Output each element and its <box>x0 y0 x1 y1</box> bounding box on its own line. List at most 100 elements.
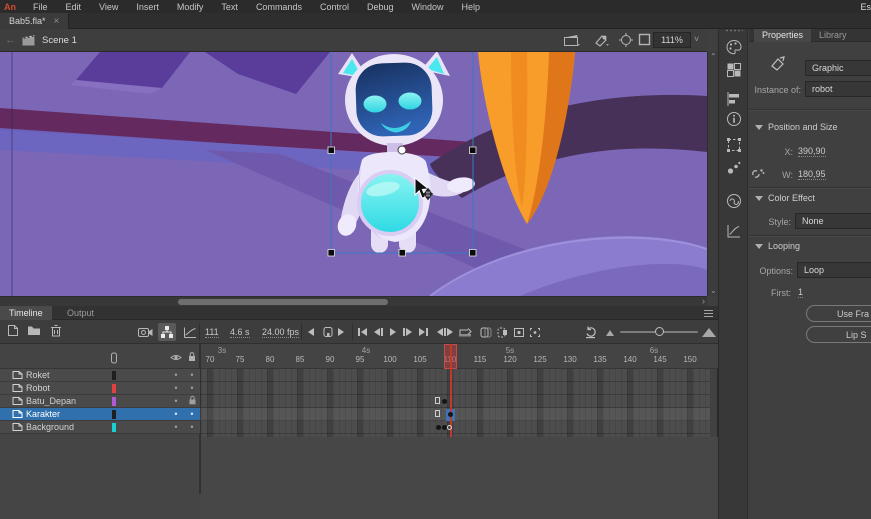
layer-row-karakter[interactable]: Karakter•• <box>0 408 200 421</box>
tab-output[interactable]: Output <box>58 306 103 320</box>
menu-item-modify[interactable]: Modify <box>168 2 213 12</box>
timeline-zoom-in-icon[interactable] <box>702 328 716 337</box>
menu-item-debug[interactable]: Debug <box>358 2 403 12</box>
edit-scene-icon[interactable] <box>564 33 581 48</box>
scroll-right-icon[interactable]: › <box>702 296 705 306</box>
layer-row-robot[interactable]: Robot•• <box>0 382 200 395</box>
keyframe-span-end[interactable] <box>435 397 440 404</box>
modify-markers-icon[interactable] <box>529 327 541 338</box>
play-icon[interactable] <box>390 328 396 336</box>
keyframe-span-end[interactable] <box>435 410 440 417</box>
layer-outline-color-swatch[interactable] <box>112 397 116 406</box>
layer-parenting-toggle[interactable] <box>158 323 176 341</box>
edit-multiple-frames-icon[interactable] <box>513 327 525 338</box>
camera-icon[interactable] <box>138 327 153 338</box>
tab-library[interactable]: Library <box>811 27 855 42</box>
use-frame-picker-button[interactable]: Use Fra <box>806 305 871 322</box>
menu-item-window[interactable]: Window <box>403 2 453 12</box>
go-first-frame-icon[interactable] <box>358 328 367 336</box>
first-frame-value[interactable]: 1 <box>798 287 803 298</box>
x-value[interactable]: 390,90 <box>798 146 826 157</box>
layer-outline-color-swatch[interactable] <box>112 371 116 380</box>
horizontal-scrollbar-thumb[interactable] <box>178 299 388 305</box>
layer-lock-dot[interactable]: • <box>187 409 197 419</box>
layer-visibility-dot[interactable]: • <box>171 383 181 393</box>
layer-visibility-dot[interactable]: • <box>171 370 181 380</box>
onion-skin-icon[interactable] <box>480 327 492 338</box>
info-icon[interactable] <box>726 111 742 127</box>
frame-ruler[interactable]: 3s4s5s6s70758085909510010511011512012513… <box>0 344 718 369</box>
clip-content-icon[interactable] <box>638 33 651 46</box>
timeline-zoom-slider[interactable] <box>620 331 698 333</box>
cc-libraries-icon[interactable] <box>726 193 742 209</box>
menu-item-control[interactable]: Control <box>311 2 358 12</box>
selected-keyframe-dot[interactable] <box>448 412 453 417</box>
tab-timeline[interactable]: Timeline <box>0 306 52 320</box>
swatches-icon[interactable] <box>726 62 742 78</box>
menu-item-file[interactable]: File <box>24 2 57 12</box>
workspace-switcher[interactable]: Es <box>860 2 871 12</box>
brush-settings-icon[interactable] <box>726 160 742 176</box>
reset-timeline-zoom-icon[interactable] <box>585 326 598 339</box>
color-effect-section-header[interactable]: Color Effect <box>755 193 815 203</box>
zoom-chevron-down-icon[interactable]: ˅ <box>694 34 699 44</box>
close-icon[interactable]: × <box>54 17 60 26</box>
style-select[interactable]: None <box>795 213 871 229</box>
loop-range-icon[interactable] <box>322 326 334 338</box>
layer-depth-icon[interactable] <box>183 326 197 339</box>
onion-skin-outline-icon[interactable] <box>497 327 509 338</box>
layer-row-batu_depan[interactable]: Batu_Depan• <box>0 395 200 408</box>
transform-point[interactable] <box>398 146 406 154</box>
menu-item-view[interactable]: View <box>90 2 127 12</box>
symbol-type-select[interactable]: Graphic <box>805 60 871 76</box>
elapsed-time-value[interactable]: 4.6 s <box>230 327 250 338</box>
lip-syncing-button[interactable]: Lip S <box>806 326 871 343</box>
scroll-down-icon[interactable]: ⌄ <box>710 286 717 295</box>
w-value[interactable]: 180,95 <box>798 169 826 180</box>
layer-lock-dot[interactable]: • <box>187 383 197 393</box>
panel-menu-icon[interactable] <box>704 310 713 317</box>
keyframe-dot[interactable] <box>442 425 447 430</box>
layer-lock-dot[interactable]: • <box>187 370 197 380</box>
layer-visibility-dot[interactable]: • <box>171 409 181 419</box>
layer-visibility-dot[interactable]: • <box>171 422 181 432</box>
center-playhead-icon[interactable] <box>437 328 453 336</box>
layer-row-roket[interactable]: Roket•• <box>0 369 200 382</box>
loop-playback-icon[interactable] <box>458 326 472 338</box>
frame-rate-value[interactable]: 24.00 fps <box>262 327 299 338</box>
timeline-zoom-slider-knob[interactable] <box>655 327 664 336</box>
menu-item-commands[interactable]: Commands <box>247 2 311 12</box>
looping-section-header[interactable]: Looping <box>755 241 800 251</box>
loop-options-select[interactable]: Loop <box>797 262 871 278</box>
edit-symbol-icon[interactable] <box>594 33 611 48</box>
keyframe-dot[interactable] <box>436 425 441 430</box>
menu-item-help[interactable]: Help <box>453 2 490 12</box>
step-back-icon[interactable] <box>374 328 383 336</box>
menu-item-edit[interactable]: Edit <box>57 2 91 12</box>
layer-outline-color-swatch[interactable] <box>112 423 116 432</box>
back-arrow-icon[interactable]: ← <box>5 34 16 46</box>
keyframe-dot[interactable] <box>442 399 447 404</box>
strip-grip[interactable] <box>725 29 743 32</box>
playhead-line[interactable] <box>450 344 452 437</box>
layer-row-background[interactable]: Background•• <box>0 421 200 434</box>
delete-layer-icon[interactable] <box>50 324 62 337</box>
scene-breadcrumb[interactable]: Scene 1 <box>42 35 77 46</box>
align-icon[interactable] <box>726 91 742 107</box>
step-forward-one-icon[interactable] <box>338 328 344 336</box>
stage-canvas[interactable] <box>0 52 707 296</box>
document-tab[interactable]: Bab5.fla* × <box>0 13 69 29</box>
layer-visibility-dot[interactable]: • <box>171 396 181 406</box>
transform-icon[interactable] <box>726 137 742 153</box>
empty-keyframe-dot[interactable] <box>447 425 452 430</box>
tab-properties[interactable]: Properties <box>754 27 811 42</box>
menu-item-insert[interactable]: Insert <box>127 2 168 12</box>
step-forward-icon[interactable] <box>403 328 412 336</box>
new-layer-icon[interactable] <box>6 324 19 337</box>
position-size-section-header[interactable]: Position and Size <box>755 122 838 132</box>
current-frame-value[interactable]: 111 <box>205 327 219 338</box>
timeline-zoom-out-icon[interactable] <box>606 330 614 336</box>
layer-locked-icon[interactable] <box>187 395 197 407</box>
horizontal-scrollbar[interactable]: › <box>0 296 707 306</box>
instance-name-field[interactable]: robot <box>805 81 871 97</box>
